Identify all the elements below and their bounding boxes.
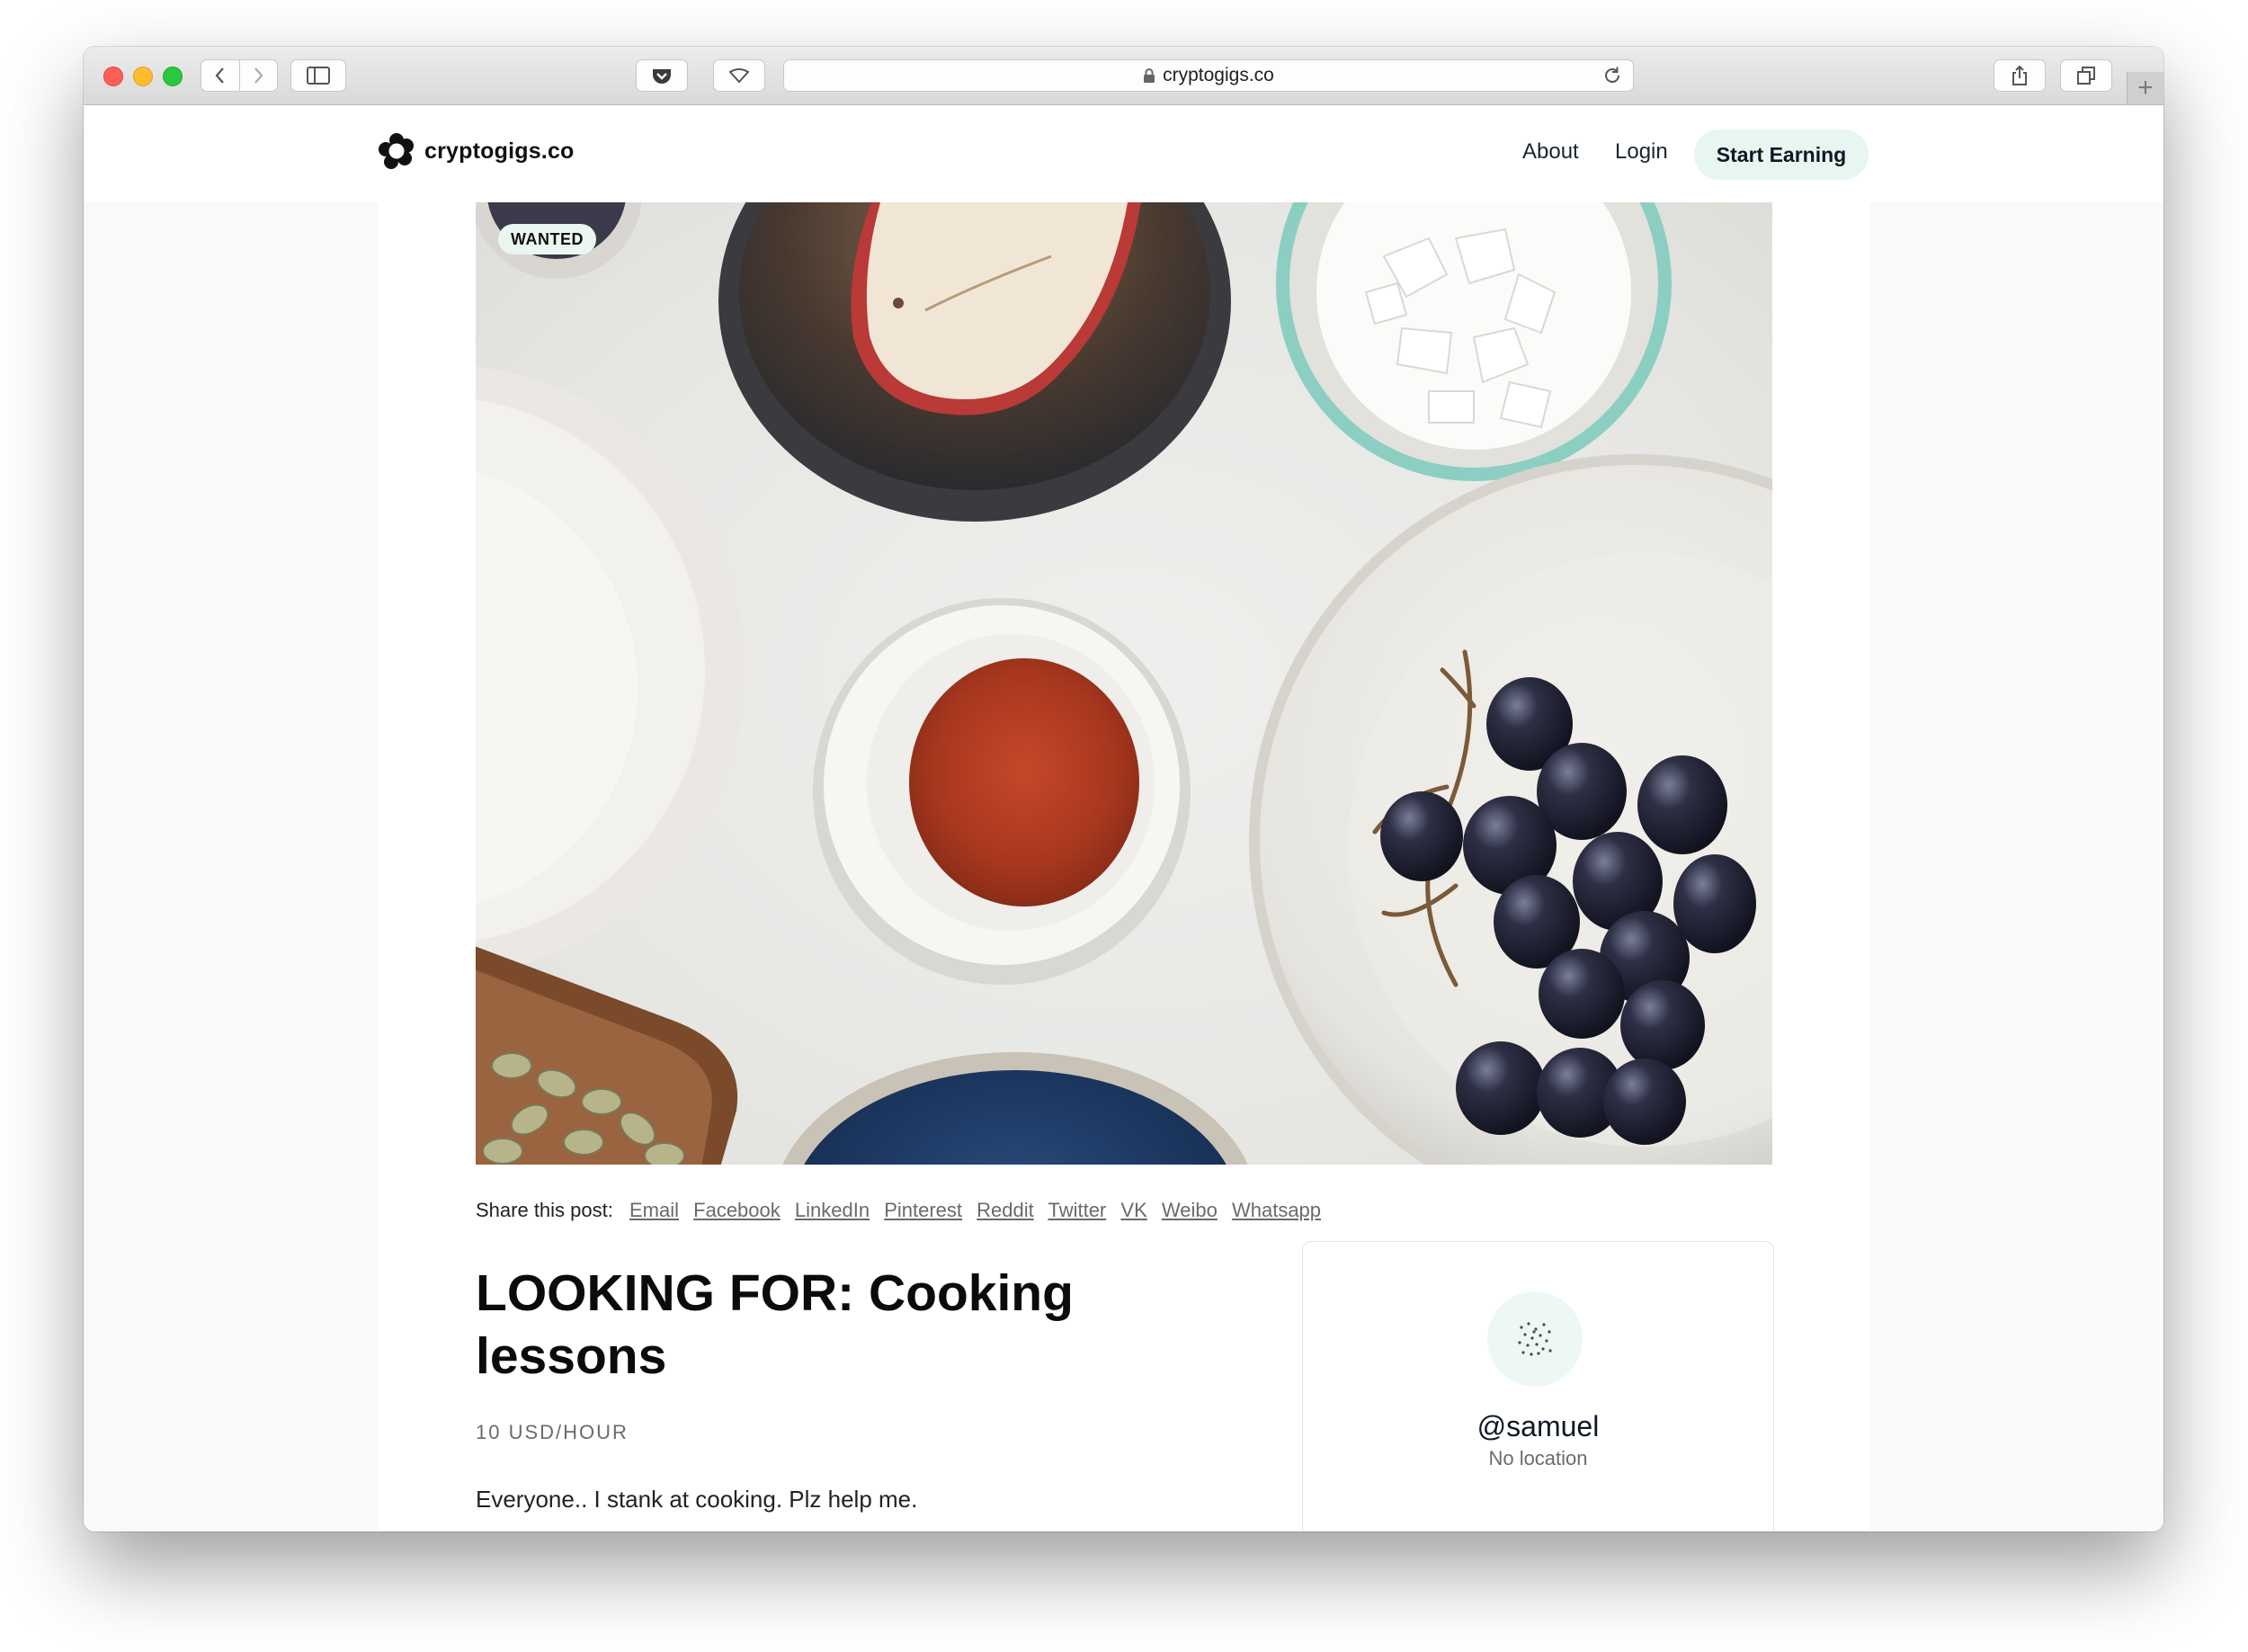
post-description: Everyone.. I stank at cooking. Plz help …	[476, 1486, 918, 1513]
nav-link-about[interactable]: About	[1522, 139, 1579, 165]
author-location: No location	[1488, 1447, 1588, 1469]
share-link-vk[interactable]: VK	[1120, 1199, 1146, 1221]
chevron-left-icon	[215, 67, 224, 84]
site-logo[interactable]: cryptogigs.co	[379, 133, 575, 169]
sidebar-icon	[307, 67, 330, 85]
forward-button[interactable]	[238, 60, 278, 91]
lock-icon	[1144, 68, 1155, 83]
nav-link-login[interactable]: Login	[1615, 139, 1668, 165]
chevron-right-icon	[254, 67, 263, 84]
pocket-button[interactable]	[636, 59, 688, 92]
reload-icon[interactable]	[1602, 66, 1622, 85]
wanted-badge: WANTED	[498, 224, 596, 254]
food-bowls-photo	[476, 202, 1772, 1165]
post-price: 10 USD/HOUR	[476, 1421, 629, 1443]
back-button[interactable]	[201, 60, 239, 91]
share-link-facebook[interactable]: Facebook	[693, 1199, 781, 1221]
avatar[interactable]	[1487, 1291, 1583, 1387]
page-viewport[interactable]: cryptogigs.co About Login Start Earning	[84, 105, 2163, 1531]
generated-avatar-icon	[1518, 1322, 1552, 1356]
share-link-twitter[interactable]: Twitter	[1048, 1199, 1106, 1221]
address-bar[interactable]: cryptogigs.co	[783, 59, 1634, 92]
shield-icon	[728, 68, 750, 84]
share-label: Share this post:	[476, 1199, 613, 1221]
start-earning-button[interactable]: Start Earning	[1694, 129, 1869, 180]
close-window-button[interactable]	[103, 67, 123, 86]
browser-toolbar: cryptogigs.co +	[84, 47, 2163, 105]
share-icon	[2012, 65, 2027, 85]
share-link-email[interactable]: Email	[629, 1199, 679, 1221]
flower-logo-icon	[379, 133, 414, 169]
share-row: Share this post: Email Facebook LinkedIn…	[476, 1199, 1330, 1222]
post-content: WANTED Share this post: Email Facebook L…	[379, 202, 1869, 1531]
url-text: cryptogigs.co	[1163, 65, 1274, 85]
logo-text: cryptogigs.co	[424, 138, 575, 164]
share-link-linkedin[interactable]: LinkedIn	[795, 1199, 870, 1221]
reading-list-button[interactable]	[713, 59, 765, 92]
plus-icon: +	[2137, 73, 2154, 103]
zoom-window-button[interactable]	[163, 67, 183, 86]
author-card: @samuel No location	[1302, 1241, 1774, 1531]
browser-window: cryptogigs.co + cryptogigs.co About Logi…	[84, 47, 2163, 1531]
pocket-icon	[653, 69, 671, 84]
share-link-whatsapp[interactable]: Whatsapp	[1232, 1199, 1321, 1221]
post-hero-image: WANTED	[476, 202, 1772, 1165]
share-link-pinterest[interactable]: Pinterest	[884, 1199, 962, 1221]
minimize-window-button[interactable]	[133, 67, 153, 86]
post-title: LOOKING FOR: Cooking lessons	[476, 1264, 1074, 1385]
share-link-weibo[interactable]: Weibo	[1162, 1199, 1218, 1221]
new-tab-button[interactable]: +	[2127, 72, 2163, 104]
history-nav	[201, 59, 278, 92]
site-header: cryptogigs.co About Login Start Earning	[84, 105, 2163, 202]
share-link-reddit[interactable]: Reddit	[977, 1199, 1034, 1221]
tabs-overview-button[interactable]	[2060, 59, 2112, 92]
sidebar-toggle-button[interactable]	[290, 59, 346, 92]
share-button[interactable]	[1994, 59, 2046, 92]
tabs-icon	[2077, 67, 2095, 85]
author-username[interactable]: @samuel	[1303, 1410, 1773, 1443]
